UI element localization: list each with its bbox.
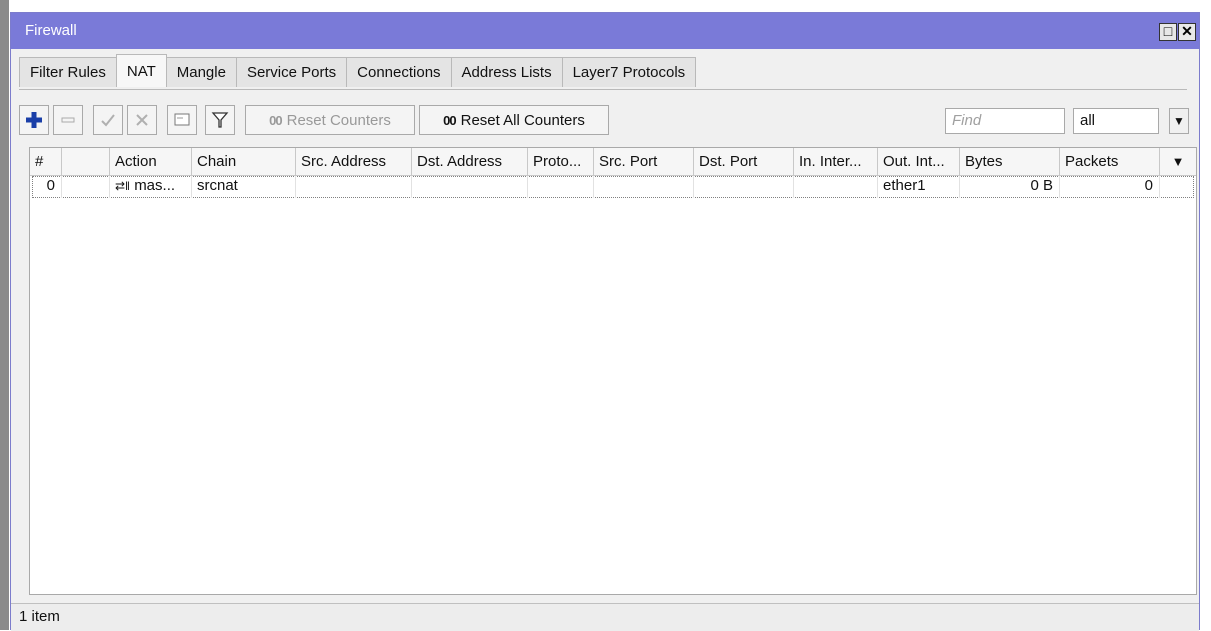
row-action: ⇄‖ mas... <box>110 176 192 198</box>
counter-reset-all-icon: 00 <box>443 112 457 128</box>
find-input[interactable]: Find <box>945 108 1065 134</box>
col-header-chain[interactable]: Chain <box>192 148 296 176</box>
tab-address-lists[interactable]: Address Lists <box>450 57 563 87</box>
col-header-dst-port[interactable]: Dst. Port <box>694 148 794 176</box>
filter-icon <box>211 112 229 128</box>
counter-reset-icon: 00 <box>269 112 283 128</box>
row-number: 0 <box>30 176 62 198</box>
tab-layer7-protocols[interactable]: Layer7 Protocols <box>561 57 697 87</box>
minus-icon <box>61 117 75 123</box>
enable-button[interactable] <box>93 105 123 135</box>
row-protocol <box>528 176 594 198</box>
reset-counters-button[interactable]: 00 Reset Counters <box>245 105 415 135</box>
tab-divider <box>19 89 1187 90</box>
row-out-interface: ether1 <box>878 176 960 198</box>
col-header-action[interactable]: Action <box>110 148 192 176</box>
add-button[interactable] <box>19 105 49 135</box>
col-header-number[interactable]: # <box>30 148 62 176</box>
item-count: 1 item <box>19 608 60 625</box>
tab-filter-rules[interactable]: Filter Rules <box>19 57 117 87</box>
restore-button[interactable]: □ <box>1159 23 1177 41</box>
row-src-port <box>594 176 694 198</box>
tab-bar: Filter Rules NAT Mangle Service Ports Co… <box>19 54 697 89</box>
row-dst-address <box>412 176 528 198</box>
row-packets: 0 <box>1060 176 1160 198</box>
tab-connections[interactable]: Connections <box>346 57 452 87</box>
col-header-in-interface[interactable]: In. Inter... <box>794 148 878 176</box>
plus-icon <box>26 112 42 128</box>
tab-nat[interactable]: NAT <box>115 54 167 87</box>
col-header-src-port[interactable]: Src. Port <box>594 148 694 176</box>
close-button[interactable]: ✕ <box>1178 23 1196 41</box>
row-src-address <box>296 176 412 198</box>
reset-all-counters-label: Reset All Counters <box>460 111 585 129</box>
row-chain: srcnat <box>192 176 296 198</box>
cross-icon <box>136 114 148 126</box>
row-bytes: 0 B <box>960 176 1060 198</box>
col-header-protocol[interactable]: Proto... <box>528 148 594 176</box>
check-icon <box>101 114 115 127</box>
row-dst-port <box>694 176 794 198</box>
reset-counters-label: Reset Counters <box>286 111 391 129</box>
toolbar: 00 Reset Counters 00 Reset All Counters … <box>11 105 1199 145</box>
masquerade-icon: ⇄‖ <box>115 179 131 193</box>
column-menu-arrow-icon[interactable]: ▼ <box>1160 148 1196 176</box>
filter-button[interactable] <box>205 105 235 135</box>
col-header-flags[interactable] <box>62 148 110 176</box>
filter-select[interactable]: all <box>1073 108 1159 134</box>
status-bar: 1 item <box>11 603 1199 631</box>
dropdown-arrow-icon[interactable]: ▼ <box>1169 108 1189 134</box>
col-header-out-interface[interactable]: Out. Int... <box>878 148 960 176</box>
col-header-dst-address[interactable]: Dst. Address <box>412 148 528 176</box>
disable-button[interactable] <box>127 105 157 135</box>
comment-icon <box>174 113 190 126</box>
comment-button[interactable] <box>167 105 197 135</box>
row-flags <box>62 176 110 198</box>
reset-all-counters-button[interactable]: 00 Reset All Counters <box>419 105 609 135</box>
row-in-interface <box>794 176 878 198</box>
background-strip <box>0 0 9 630</box>
row-action-text: mas... <box>134 177 176 194</box>
tab-service-ports[interactable]: Service Ports <box>235 57 348 87</box>
remove-button[interactable] <box>53 105 83 135</box>
col-header-src-address[interactable]: Src. Address <box>296 148 412 176</box>
nat-rules-table: # Action Chain Src. Address Dst. Address… <box>29 147 1197 595</box>
col-header-packets[interactable]: Packets <box>1060 148 1160 176</box>
col-header-bytes[interactable]: Bytes <box>960 148 1060 176</box>
firewall-window: Firewall □ ✕ Filter Rules NAT Mangle Ser… <box>10 12 1200 631</box>
tab-mangle[interactable]: Mangle <box>165 57 237 87</box>
title-bar[interactable]: Firewall □ ✕ <box>11 13 1199 49</box>
window-title: Firewall <box>25 22 77 39</box>
